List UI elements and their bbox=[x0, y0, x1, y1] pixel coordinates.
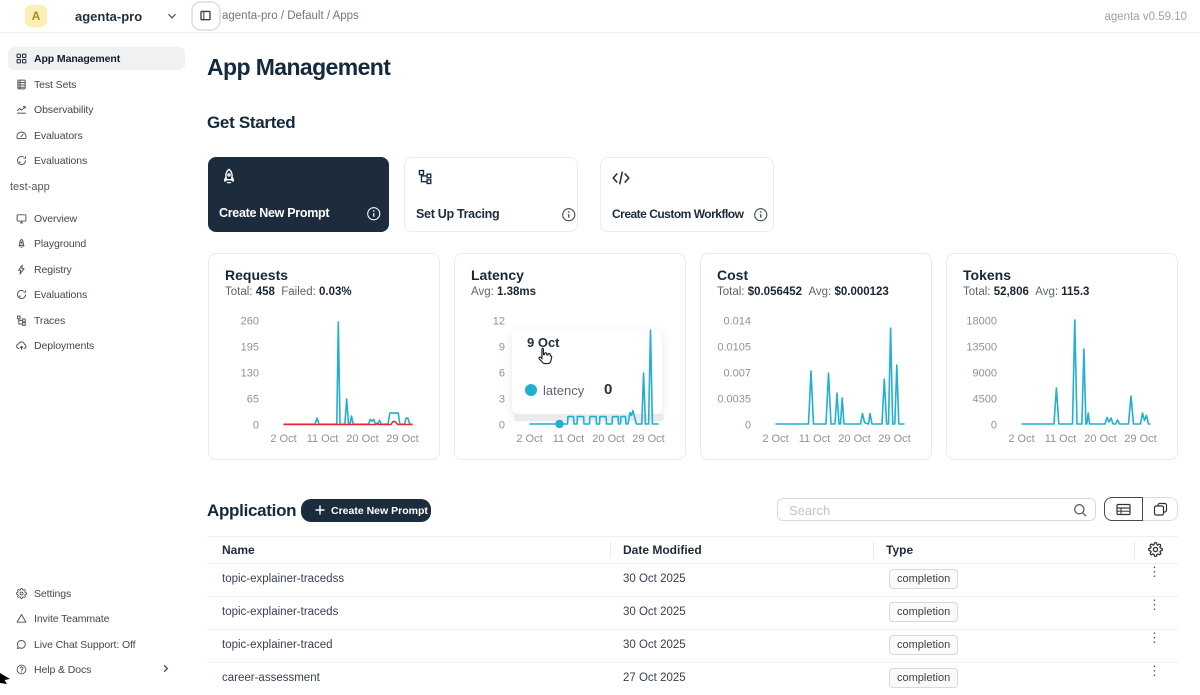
svg-text:2 Oct: 2 Oct bbox=[270, 433, 296, 445]
svg-text:0.0035: 0.0035 bbox=[717, 394, 751, 406]
svg-text:0: 0 bbox=[253, 420, 259, 432]
svg-text:29 Oct: 29 Oct bbox=[1124, 433, 1156, 445]
svg-text:13500: 13500 bbox=[966, 342, 997, 354]
svg-text:11 Oct: 11 Oct bbox=[1045, 433, 1077, 445]
svg-text:6: 6 bbox=[499, 368, 505, 380]
svg-text:11 Oct: 11 Oct bbox=[307, 433, 339, 445]
svg-text:11 Oct: 11 Oct bbox=[799, 433, 831, 445]
svg-text:9000: 9000 bbox=[973, 368, 997, 380]
svg-text:9: 9 bbox=[499, 342, 505, 354]
svg-text:3: 3 bbox=[499, 394, 505, 406]
svg-text:20 Oct: 20 Oct bbox=[1084, 433, 1116, 445]
svg-text:20 Oct: 20 Oct bbox=[346, 433, 378, 445]
svg-text:260: 260 bbox=[241, 316, 259, 328]
svg-text:0: 0 bbox=[499, 420, 505, 432]
svg-text:4500: 4500 bbox=[973, 394, 997, 406]
svg-text:2 Oct: 2 Oct bbox=[1008, 433, 1034, 445]
svg-text:195: 195 bbox=[241, 342, 259, 354]
svg-text:65: 65 bbox=[247, 394, 259, 406]
svg-text:11 Oct: 11 Oct bbox=[553, 433, 585, 445]
svg-text:18000: 18000 bbox=[966, 316, 997, 328]
svg-text:29 Oct: 29 Oct bbox=[632, 433, 664, 445]
svg-text:0.014: 0.014 bbox=[723, 316, 751, 328]
svg-text:29 Oct: 29 Oct bbox=[878, 433, 910, 445]
svg-text:12: 12 bbox=[493, 316, 505, 328]
svg-text:130: 130 bbox=[241, 368, 259, 380]
svg-text:0: 0 bbox=[745, 420, 751, 432]
svg-text:20 Oct: 20 Oct bbox=[592, 433, 624, 445]
svg-text:20 Oct: 20 Oct bbox=[838, 433, 870, 445]
svg-text:29 Oct: 29 Oct bbox=[386, 433, 418, 445]
svg-text:2 Oct: 2 Oct bbox=[516, 433, 542, 445]
svg-text:0.007: 0.007 bbox=[723, 368, 751, 380]
svg-text:0.0105: 0.0105 bbox=[717, 342, 751, 354]
svg-text:0: 0 bbox=[991, 420, 997, 432]
svg-text:2 Oct: 2 Oct bbox=[762, 433, 788, 445]
